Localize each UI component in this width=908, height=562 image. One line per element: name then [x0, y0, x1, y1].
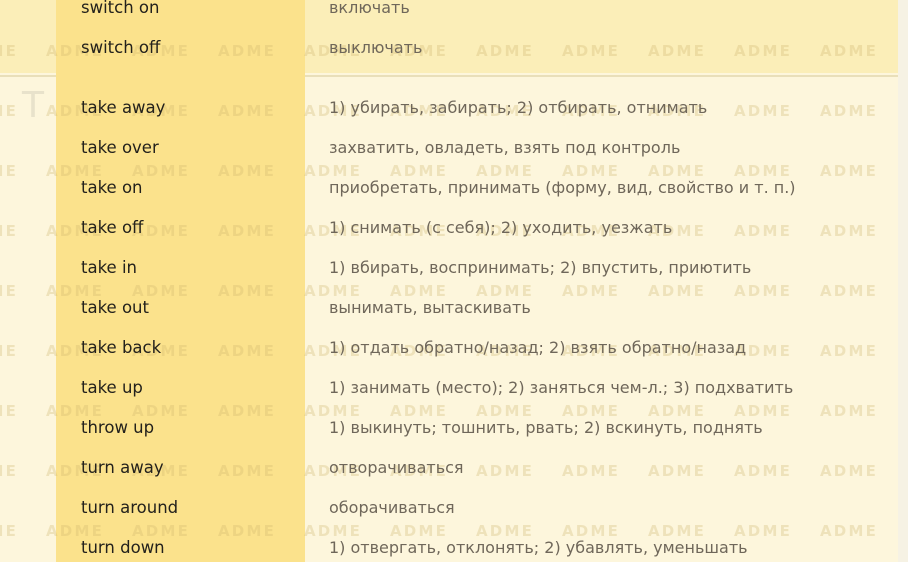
phrasal-verb-term: take away	[81, 88, 297, 128]
phrasal-verb-definition: вынимать, вытаскивать	[329, 288, 899, 328]
phrasal-verb-definition: 1) снимать (с себя); 2) уходить, уезжать	[329, 208, 899, 248]
phrasal-verb-definition: захватить, овладеть, взять под контроль	[329, 128, 899, 168]
phrasal-verb-definition: приобретать, принимать (форму, вид, свой…	[329, 168, 899, 208]
table-row: switch on включать	[0, 0, 908, 28]
phrasal-verb-term: throw up	[81, 408, 297, 448]
table-row: throw up 1) выкинуть; тошнить, рвать; 2) …	[0, 408, 908, 448]
phrasal-verb-term: turn away	[81, 448, 297, 488]
phrasal-verb-definition: включать	[329, 0, 899, 28]
phrasal-verb-definition: 1) отвергать, отклонять; 2) убавлять, ум…	[329, 528, 899, 562]
table-row: turn away отворачиваться	[0, 448, 908, 488]
phrasal-verb-term: take in	[81, 248, 297, 288]
phrasal-verb-definition: 1) выкинуть; тошнить, рвать; 2) вскинуть…	[329, 408, 899, 448]
phrasal-verb-term: take over	[81, 128, 297, 168]
table-row: turn down 1) отвергать, отклонять; 2) уба…	[0, 528, 908, 562]
table-row: take off 1) снимать (с себя); 2) уходить,…	[0, 208, 908, 248]
dictionary-page: ADMEADMEADMEADMEADMEADMEADMEADMEADMEADME…	[0, 0, 908, 562]
phrasal-verb-term: take on	[81, 168, 297, 208]
phrasal-verb-definition: 1) убирать, забирать; 2) отбирать, отним…	[329, 88, 899, 128]
phrasal-verb-term: turn around	[81, 488, 297, 528]
phrasal-verb-term: turn down	[81, 528, 297, 562]
table-row: switch off выключать	[0, 28, 908, 68]
table-row: turn around оборачиваться	[0, 488, 908, 528]
table-row: take on приобретать, принимать (форму, ви…	[0, 168, 908, 208]
table-row: take over захватить, овладеть, взять под …	[0, 128, 908, 168]
phrasal-verb-definition: 1) вбирать, воспринимать; 2) впустить, п…	[329, 248, 899, 288]
phrasal-verb-term: take up	[81, 368, 297, 408]
table-row: take back 1) отдать обратно/назад; 2) взя…	[0, 328, 908, 368]
table-row: take out вынимать, вытаскивать	[0, 288, 908, 328]
table-row: take up 1) занимать (место); 2) заняться …	[0, 368, 908, 408]
table-row: take in 1) вбирать, воспринимать; 2) впус…	[0, 248, 908, 288]
phrasal-verb-term: switch on	[81, 0, 297, 28]
phrasal-verb-definition: 1) занимать (место); 2) заняться чем-л.;…	[329, 368, 899, 408]
phrasal-verb-list: switch on включать switch off выключать take…	[0, 0, 908, 562]
phrasal-verb-term: take out	[81, 288, 297, 328]
phrasal-verb-definition: отворачиваться	[329, 448, 899, 488]
table-row: take away 1) убирать, забирать; 2) отбира…	[0, 88, 908, 128]
phrasal-verb-definition: оборачиваться	[329, 488, 899, 528]
phrasal-verb-definition: выключать	[329, 28, 899, 68]
phrasal-verb-term: take off	[81, 208, 297, 248]
right-gutter	[898, 0, 908, 562]
phrasal-verb-term: take back	[81, 328, 297, 368]
phrasal-verb-term: switch off	[81, 28, 297, 68]
phrasal-verb-definition: 1) отдать обратно/назад; 2) взять обратн…	[329, 328, 899, 368]
